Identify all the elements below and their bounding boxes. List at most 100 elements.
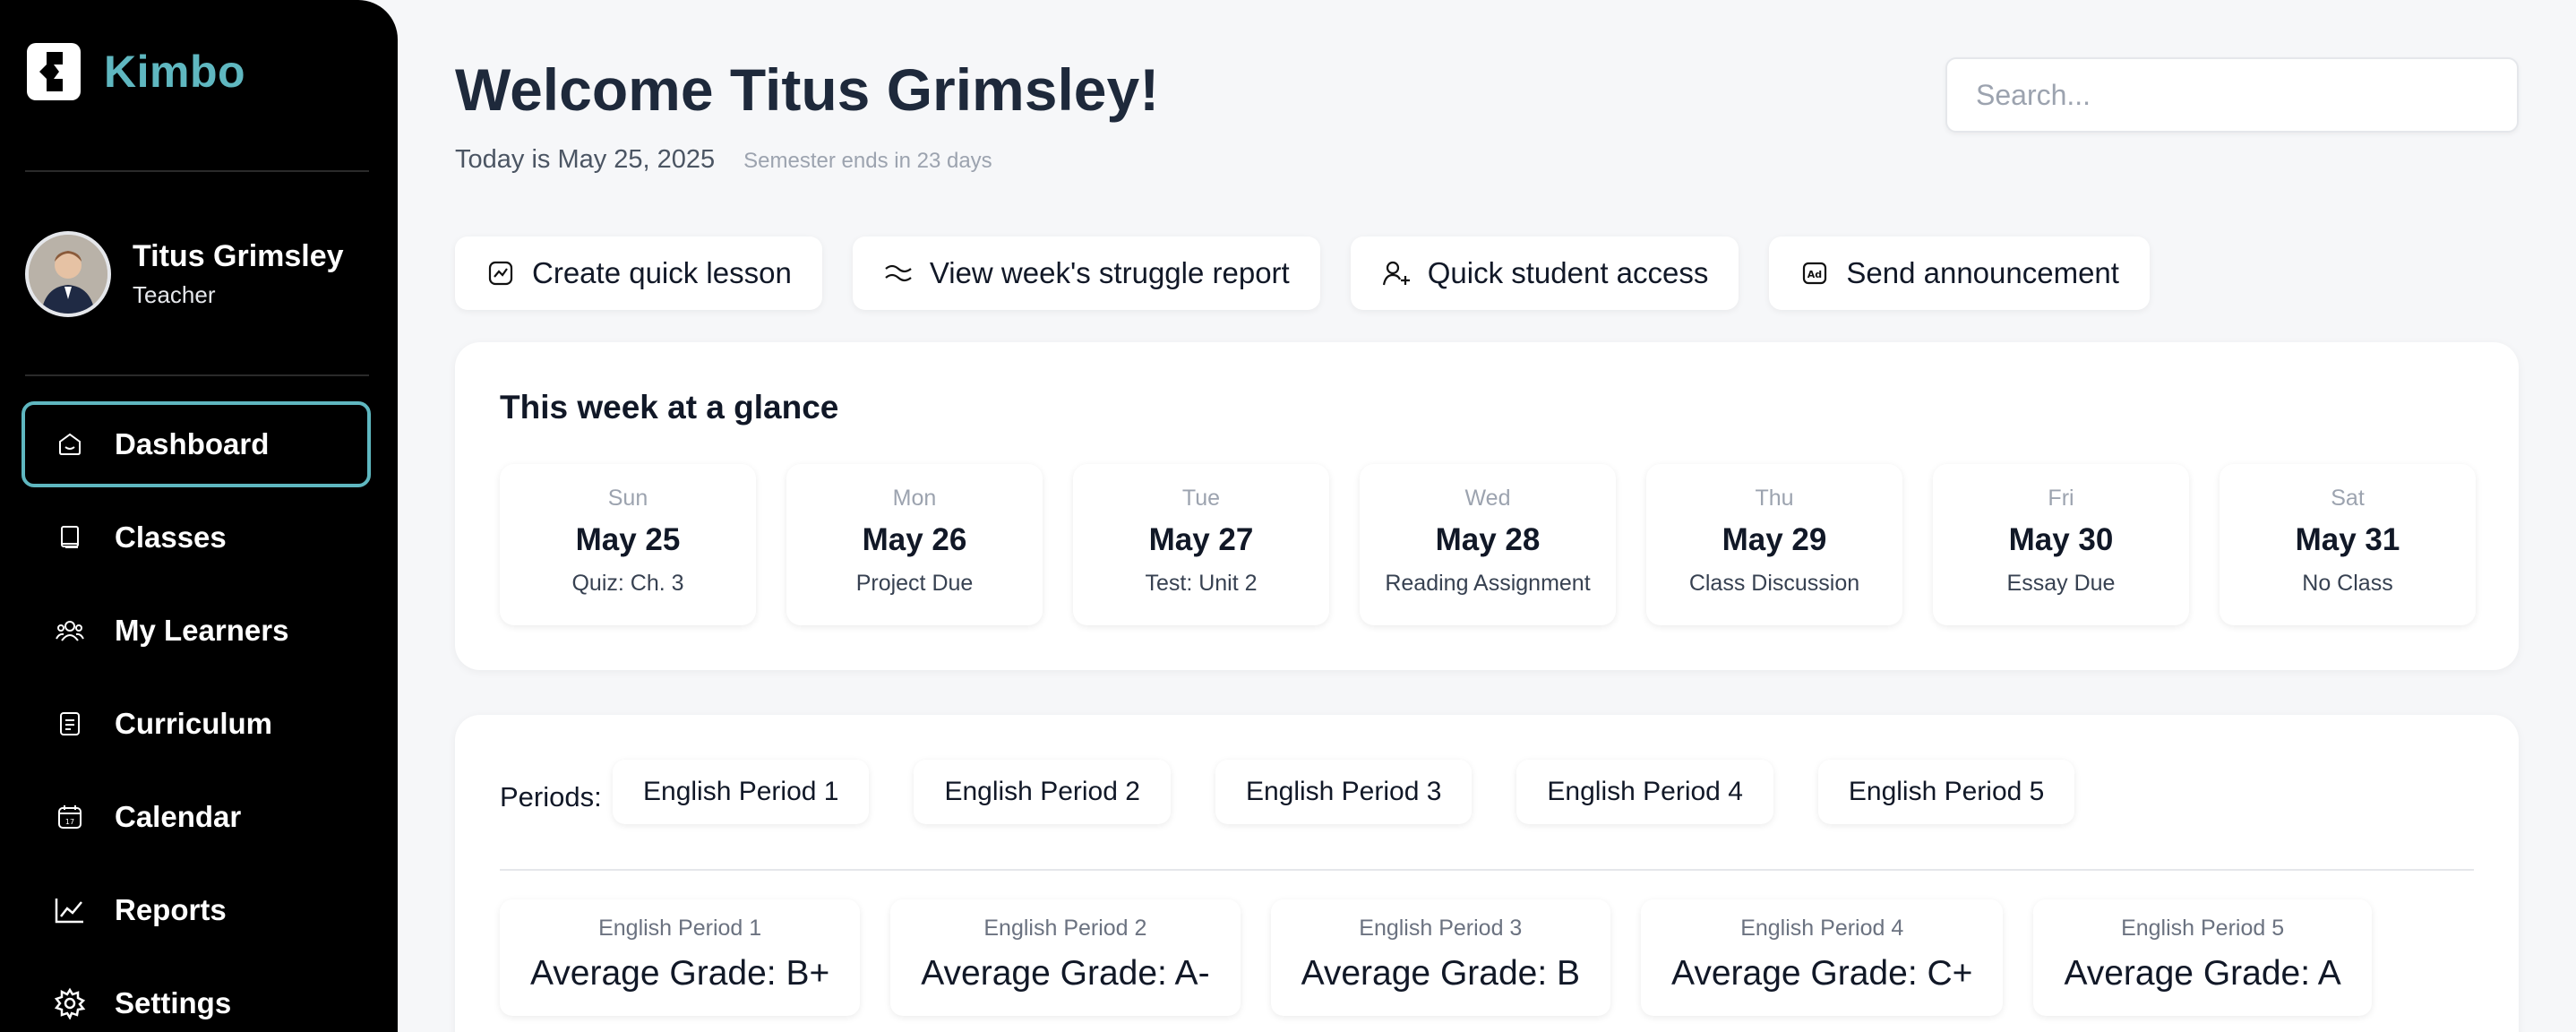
day-date: May 25 xyxy=(575,522,681,557)
grade-card-period-1[interactable]: English Period 1 Average Grade: B+ xyxy=(500,899,861,1016)
day-event: Reading Assignment xyxy=(1385,571,1591,596)
sidebar-item-label: Dashboard xyxy=(115,427,270,460)
day-name: Tue xyxy=(1181,486,1221,511)
users-icon xyxy=(54,615,86,647)
day-name: Sun xyxy=(607,486,648,511)
day-name: Wed xyxy=(1464,486,1511,511)
day-card-fri[interactable]: Fri May 30 Essay Due xyxy=(1933,464,2189,625)
grade-period: English Period 2 xyxy=(983,916,1147,941)
grade-period: English Period 4 xyxy=(1740,916,1904,941)
sidebar-item-label: My Learners xyxy=(115,614,289,647)
action-label: Create quick lesson xyxy=(532,256,792,289)
lesson-icon xyxy=(485,258,516,288)
semester-countdown: Semester ends in 23 days xyxy=(743,149,992,173)
svg-text:17: 17 xyxy=(65,818,74,826)
logo[interactable]: Kimbo xyxy=(27,43,245,100)
user-role: Teacher xyxy=(133,281,216,308)
day-name: Mon xyxy=(892,486,937,511)
avatar xyxy=(25,231,111,317)
day-date: May 26 xyxy=(862,522,967,557)
sidebar-item-label: Settings xyxy=(115,986,232,1019)
user-plus-icon xyxy=(1381,258,1412,288)
day-event: Quiz: Ch. 3 xyxy=(571,571,684,596)
sidebar-item-label: Reports xyxy=(115,893,227,926)
announcement-icon: Ad xyxy=(1799,258,1830,288)
day-event: Test: Unit 2 xyxy=(1145,571,1258,596)
tab-english-period-3[interactable]: English Period 3 xyxy=(1215,760,1473,824)
week-days: Sun May 25 Quiz: Ch. 3 Mon May 26 Projec… xyxy=(500,464,2476,625)
sidebar-item-calendar[interactable]: 17 Calendar xyxy=(21,774,371,860)
day-card-mon[interactable]: Mon May 26 Project Due xyxy=(786,464,1043,625)
day-card-wed[interactable]: Wed May 28 Reading Assignment xyxy=(1360,464,1616,625)
sidebar-item-label: Curriculum xyxy=(115,707,273,740)
sidebar-divider xyxy=(25,374,369,376)
sidebar-item-label: Calendar xyxy=(115,800,242,833)
action-label: Quick student access xyxy=(1427,256,1709,289)
date-line: Today is May 25, 2025 Semester ends in 2… xyxy=(455,145,992,175)
view-struggle-report-button[interactable]: View week's struggle report xyxy=(852,236,1320,310)
tab-english-period-4[interactable]: English Period 4 xyxy=(1516,760,1773,824)
day-date: May 29 xyxy=(1722,522,1827,557)
grade-summary: English Period 1 Average Grade: B+ Engli… xyxy=(500,899,2402,1016)
sidebar-item-my-learners[interactable]: My Learners xyxy=(21,588,371,674)
sidebar: Kimbo Titus Grimsley Teacher Dashboard C… xyxy=(0,0,398,1032)
day-event: Project Due xyxy=(855,571,974,596)
section-title: This week at a glance xyxy=(500,389,839,426)
home-icon xyxy=(54,428,86,460)
day-date: May 31 xyxy=(2295,522,2400,557)
grade-period: English Period 5 xyxy=(2121,916,2285,941)
create-quick-lesson-button[interactable]: Create quick lesson xyxy=(455,236,822,310)
sidebar-nav: Dashboard Classes My Learners Curriculum… xyxy=(21,401,371,1032)
grade-period: English Period 3 xyxy=(1359,916,1523,941)
sidebar-item-label: Classes xyxy=(115,520,227,554)
app-name: Kimbo xyxy=(104,47,246,97)
day-card-sat[interactable]: Sat May 31 No Class xyxy=(2220,464,2476,625)
periods-label: Periods: xyxy=(500,781,602,813)
calendar-icon: 17 xyxy=(54,801,86,833)
tab-english-period-1[interactable]: English Period 1 xyxy=(613,760,870,824)
periods-card: Periods: English Period 1 English Period… xyxy=(455,715,2519,1032)
day-date: May 28 xyxy=(1435,522,1541,557)
user-name: Titus Grimsley xyxy=(133,239,344,273)
tab-english-period-5[interactable]: English Period 5 xyxy=(1817,760,2075,824)
grade-card-period-3[interactable]: English Period 3 Average Grade: B xyxy=(1270,899,1611,1016)
day-card-sun[interactable]: Sun May 25 Quiz: Ch. 3 xyxy=(500,464,756,625)
gear-icon xyxy=(54,987,86,1019)
day-name: Fri xyxy=(2048,486,2074,511)
chart-icon xyxy=(54,894,86,926)
user-profile[interactable]: Titus Grimsley Teacher xyxy=(25,231,344,317)
day-date: May 27 xyxy=(1148,522,1254,557)
day-name: Thu xyxy=(1755,486,1794,511)
today-date: Today is May 25, 2025 xyxy=(455,145,716,174)
page-title: Welcome Titus Grimsley! xyxy=(455,56,1160,123)
sidebar-item-curriculum[interactable]: Curriculum xyxy=(21,681,371,767)
grade-card-period-2[interactable]: English Period 2 Average Grade: A- xyxy=(890,899,1241,1016)
grade-card-period-4[interactable]: English Period 4 Average Grade: C+ xyxy=(1641,899,2004,1016)
grade-card-period-5[interactable]: English Period 5 Average Grade: A xyxy=(2033,899,2372,1016)
sidebar-item-dashboard[interactable]: Dashboard xyxy=(21,401,371,487)
sidebar-item-reports[interactable]: Reports xyxy=(21,867,371,953)
book-icon xyxy=(54,521,86,554)
period-tabs: English Period 1 English Period 2 Englis… xyxy=(613,760,2119,824)
send-announcement-button[interactable]: Ad Send announcement xyxy=(1769,236,2150,310)
action-label: Send announcement xyxy=(1846,256,2119,289)
quick-student-access-button[interactable]: Quick student access xyxy=(1350,236,1739,310)
day-event: No Class xyxy=(2302,571,2393,596)
svg-text:Ad: Ad xyxy=(1807,269,1822,280)
sidebar-item-classes[interactable]: Classes xyxy=(21,494,371,580)
search-input[interactable] xyxy=(1945,57,2519,133)
day-name: Sat xyxy=(2331,486,2365,511)
day-card-thu[interactable]: Thu May 29 Class Discussion xyxy=(1646,464,1902,625)
grade-value: Average Grade: C+ xyxy=(1671,954,1973,993)
trend-icon xyxy=(883,258,914,288)
action-label: View week's struggle report xyxy=(929,256,1290,289)
grade-value: Average Grade: A xyxy=(2064,954,2341,993)
sidebar-item-settings[interactable]: Settings xyxy=(21,960,371,1032)
periods-divider xyxy=(500,869,2474,871)
tab-english-period-2[interactable]: English Period 2 xyxy=(914,760,1171,824)
document-icon xyxy=(54,708,86,740)
day-card-tue[interactable]: Tue May 27 Test: Unit 2 xyxy=(1073,464,1329,625)
grade-value: Average Grade: B xyxy=(1301,954,1581,993)
day-event: Essay Due xyxy=(2006,571,2116,596)
day-date: May 30 xyxy=(2008,522,2114,557)
